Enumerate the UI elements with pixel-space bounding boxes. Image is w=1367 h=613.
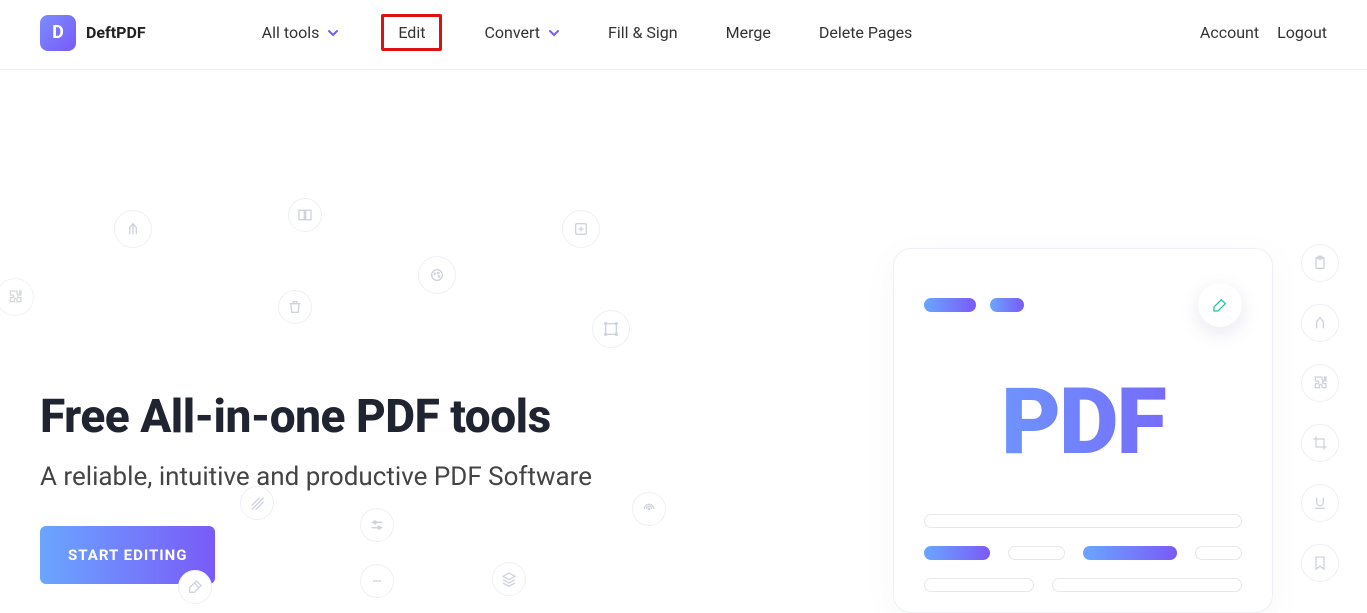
nav-edit-label: Edit bbox=[398, 23, 425, 42]
placeholder-line bbox=[924, 514, 1242, 528]
nav-merge[interactable]: Merge bbox=[720, 19, 777, 46]
placeholder-row bbox=[924, 546, 1242, 560]
account-nav: Account Logout bbox=[1200, 23, 1327, 42]
puzzle-icon bbox=[1301, 364, 1339, 402]
nav-all-tools[interactable]: All tools bbox=[256, 19, 346, 46]
logo[interactable]: D DeftPDF bbox=[40, 15, 146, 51]
plus-icon bbox=[562, 210, 600, 248]
nav-fill-sign[interactable]: Fill & Sign bbox=[602, 19, 684, 46]
logo-mark: D bbox=[40, 15, 76, 51]
broadcast-icon bbox=[632, 492, 666, 526]
nav-logout[interactable]: Logout bbox=[1277, 23, 1327, 42]
nav-convert[interactable]: Convert bbox=[478, 19, 566, 46]
main-nav: All tools Edit Convert Fill & Sign Merge… bbox=[256, 14, 919, 51]
nav-convert-label: Convert bbox=[484, 23, 540, 42]
card-placeholder-lines bbox=[924, 514, 1242, 592]
chevron-down-icon bbox=[327, 27, 339, 39]
nav-account[interactable]: Account bbox=[1200, 23, 1259, 42]
pdf-preview-card: PDF bbox=[893, 248, 1273, 613]
bookmark-icon bbox=[1301, 544, 1339, 582]
minus-icon bbox=[360, 564, 394, 598]
eyedropper-icon bbox=[178, 570, 212, 604]
nav-fill-sign-label: Fill & Sign bbox=[608, 23, 678, 42]
merge-icon bbox=[114, 210, 152, 248]
top-header: D DeftPDF All tools Edit Convert Fill & … bbox=[0, 0, 1367, 70]
underline-icon bbox=[1301, 484, 1339, 522]
transform-icon bbox=[592, 310, 630, 348]
sliders-icon bbox=[360, 508, 394, 542]
texture-icon bbox=[240, 486, 274, 520]
card-top-row bbox=[924, 283, 1242, 327]
placeholder-line bbox=[924, 578, 1034, 592]
layers-icon bbox=[492, 562, 526, 596]
placeholder-line bbox=[1083, 546, 1177, 560]
side-tool-column bbox=[1301, 244, 1339, 582]
placeholder-line bbox=[1008, 546, 1065, 560]
placeholder-line bbox=[1195, 546, 1242, 560]
chevron-down-icon bbox=[548, 27, 560, 39]
nav-merge-label: Merge bbox=[726, 23, 771, 42]
palette-icon bbox=[418, 256, 456, 294]
nav-all-tools-label: All tools bbox=[262, 23, 320, 42]
placeholder-line bbox=[924, 546, 990, 560]
pill-shape bbox=[990, 298, 1024, 312]
placeholder-line bbox=[1052, 578, 1242, 592]
logo-letter: D bbox=[52, 22, 64, 43]
nav-delete-pages[interactable]: Delete Pages bbox=[813, 19, 918, 46]
trash-icon bbox=[278, 290, 312, 324]
pdf-big-label: PDF bbox=[924, 369, 1242, 476]
nav-edit[interactable]: Edit bbox=[381, 14, 442, 51]
merge-icon bbox=[1301, 304, 1339, 342]
pill-shape bbox=[924, 298, 976, 312]
book-icon bbox=[288, 198, 322, 232]
clipboard-icon bbox=[1301, 244, 1339, 282]
edit-badge bbox=[1198, 283, 1242, 327]
logo-text: DeftPDF bbox=[86, 23, 146, 42]
crop-icon bbox=[1301, 424, 1339, 462]
nav-delete-pages-label: Delete Pages bbox=[819, 23, 912, 42]
pencil-icon bbox=[1212, 297, 1228, 313]
placeholder-row bbox=[924, 578, 1242, 592]
